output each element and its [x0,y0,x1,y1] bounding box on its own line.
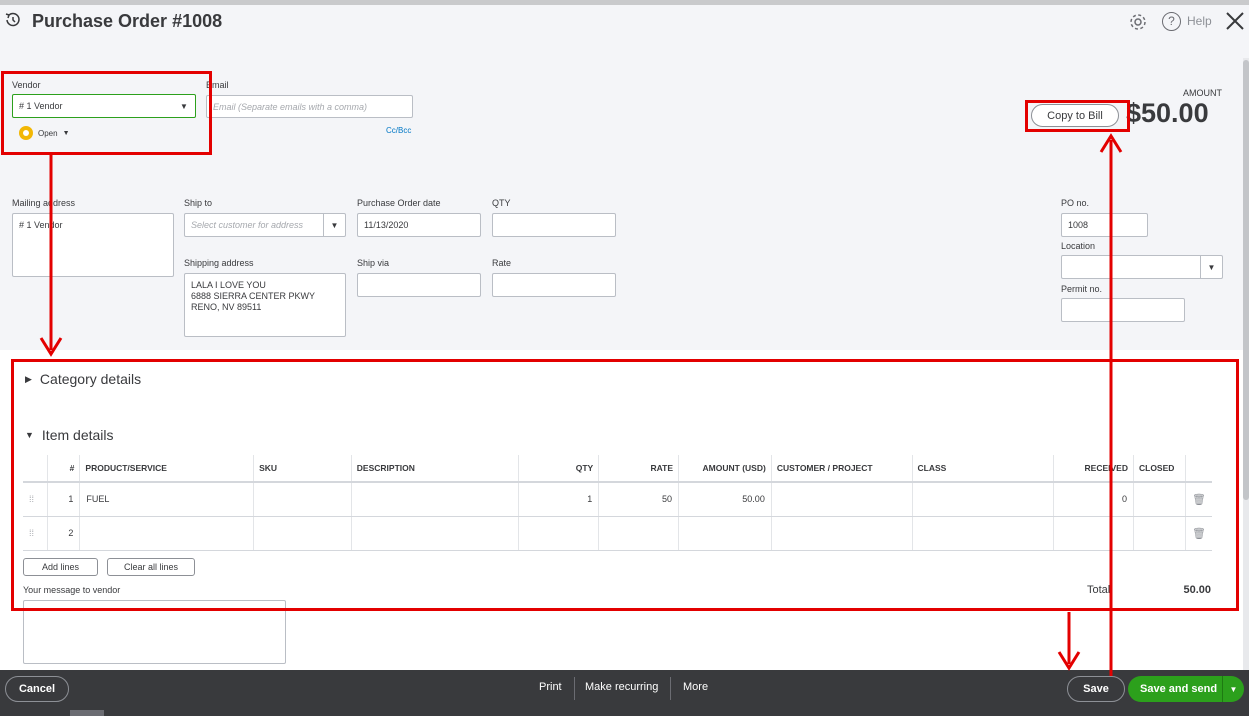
annotation-arrows [39,133,1123,676]
